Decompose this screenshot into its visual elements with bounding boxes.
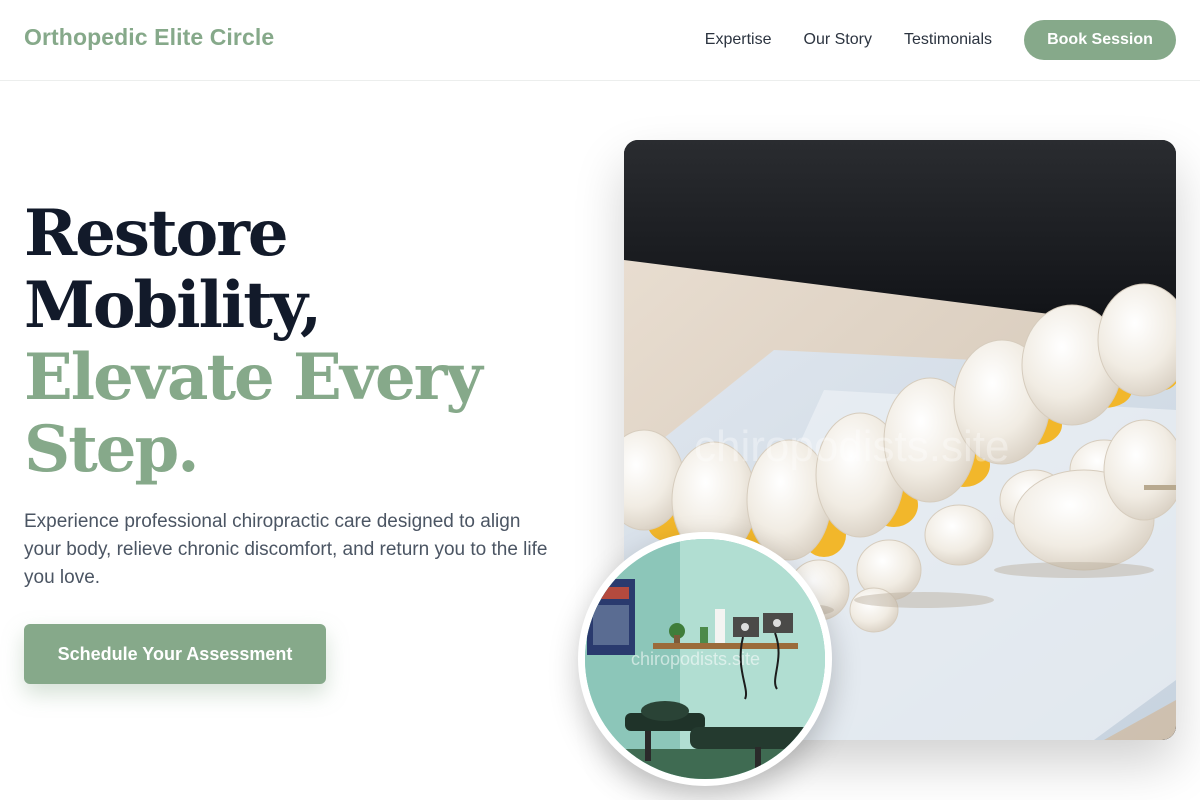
schedule-assessment-button[interactable]: Schedule Your Assessment: [24, 624, 326, 684]
book-session-button[interactable]: Book Session: [1024, 20, 1176, 60]
main-nav: Expertise Our Story Testimonials Book Se…: [705, 20, 1176, 60]
nav-link-our-story[interactable]: Our Story: [804, 31, 872, 49]
headline-line-mobility: Mobility,: [24, 268, 322, 343]
nav-link-testimonials[interactable]: Testimonials: [904, 31, 992, 49]
nav-link-expertise[interactable]: Expertise: [705, 31, 772, 49]
headline-line-restore: Restore: [24, 196, 289, 271]
hero-headline: Restore Mobility, Elevate Every Step.: [24, 198, 584, 486]
clinic-room-illustration: [585, 539, 825, 779]
headline-line-elevate: Elevate Every: [24, 340, 483, 415]
headline-line-step: Step.: [24, 412, 200, 487]
clinic-room-photo: chiropodists.site: [578, 532, 832, 786]
brand-logo[interactable]: Orthopedic Elite Circle: [24, 24, 274, 51]
clinic-room-photo-frame: chiropodists.site: [585, 539, 825, 779]
site-header: Orthopedic Elite Circle Expertise Our St…: [0, 0, 1200, 81]
hero-description: Experience professional chiropractic car…: [24, 511, 548, 588]
